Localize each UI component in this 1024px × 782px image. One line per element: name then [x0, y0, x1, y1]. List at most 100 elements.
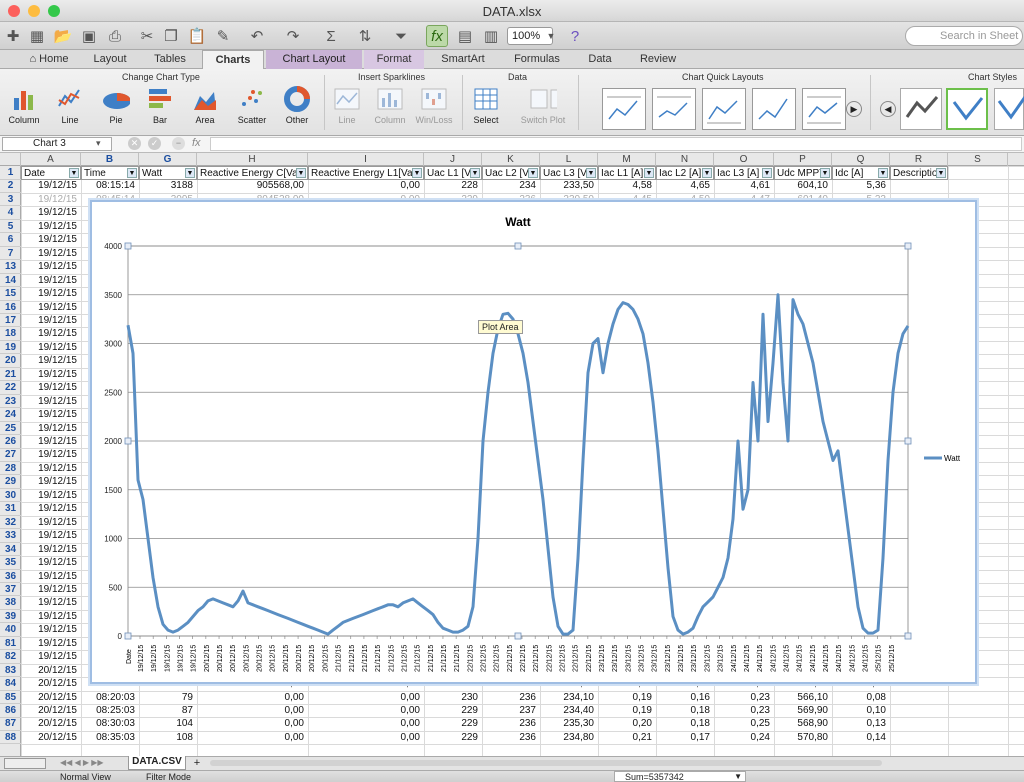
row-header[interactable]: 30	[0, 489, 21, 503]
cell[interactable]: 236	[482, 731, 540, 745]
filter-dropdown-icon[interactable]: ▼	[528, 168, 538, 178]
cell[interactable]: 08:35:03	[81, 731, 139, 745]
cell[interactable]: 19/12/15	[21, 462, 81, 476]
column-header-a[interactable]: A	[21, 153, 81, 166]
row-header[interactable]: 21	[0, 368, 21, 382]
column-header-i[interactable]: I	[308, 153, 424, 166]
tab-charts[interactable]: Charts	[202, 50, 264, 69]
cell[interactable]: 19/12/15	[21, 543, 81, 557]
next-layouts-button[interactable]: ▶	[846, 101, 862, 117]
cell[interactable]: 87	[139, 704, 197, 718]
row-header[interactable]: 85	[0, 691, 21, 705]
cell[interactable]: 568,90	[774, 717, 832, 731]
row-header[interactable]: 86	[0, 704, 21, 718]
filter-dropdown-icon[interactable]: ▼	[127, 168, 137, 178]
area-chart-button[interactable]: Area	[184, 85, 226, 125]
help-icon[interactable]: ?	[564, 25, 586, 47]
row-header[interactable]: 29	[0, 475, 21, 489]
column-filter-header[interactable]: Iac L3 [A] ▼	[714, 166, 774, 180]
row-header[interactable]: 23	[0, 395, 21, 409]
column-header-k[interactable]: K	[482, 153, 540, 166]
print-icon[interactable]: ⎙	[104, 25, 126, 47]
cell[interactable]: 19/12/15	[21, 368, 81, 382]
cell[interactable]: 0,18	[656, 704, 714, 718]
filter-dropdown-icon[interactable]: ▼	[69, 168, 79, 178]
cell[interactable]: 0,18	[656, 717, 714, 731]
column-header-g[interactable]: G	[139, 153, 197, 166]
cell[interactable]: 19/12/15	[21, 570, 81, 584]
column-header-j[interactable]: J	[424, 153, 482, 166]
sparkline-column-button[interactable]: Column	[370, 85, 410, 125]
chevron-down-icon[interactable]: ▾	[96, 138, 101, 149]
scatter-chart-button[interactable]: Scatter	[230, 85, 274, 125]
cell[interactable]: 234,40	[540, 704, 598, 718]
filter-dropdown-icon[interactable]: ▼	[296, 168, 306, 178]
cell[interactable]: 0,00	[197, 704, 308, 718]
cell[interactable]: 19/12/15	[21, 489, 81, 503]
sort-icon[interactable]: ⇅	[354, 25, 376, 47]
select-all-corner[interactable]	[0, 153, 21, 166]
tab-review[interactable]: Review	[628, 50, 688, 69]
cell[interactable]: 19/12/15	[21, 610, 81, 624]
template-icon[interactable]: ▦	[26, 25, 48, 47]
row-header[interactable]: 7	[0, 247, 21, 261]
column-header-r[interactable]: R	[890, 153, 948, 166]
cut-icon[interactable]: ✂	[136, 25, 158, 47]
cell[interactable]: 0,00	[308, 717, 424, 731]
cell[interactable]: 0,00	[197, 691, 308, 705]
cell[interactable]: 19/12/15	[21, 381, 81, 395]
cell[interactable]: 5,36	[832, 179, 890, 193]
tab-formulas[interactable]: Formulas	[502, 50, 572, 69]
cell[interactable]: 228	[424, 179, 482, 193]
cell[interactable]: 0,24	[714, 731, 774, 745]
cell[interactable]: 19/12/15	[21, 193, 81, 207]
row-header[interactable]: 84	[0, 677, 21, 691]
cell[interactable]: 0,21	[598, 731, 656, 745]
column-filter-header[interactable]: Date ▼	[21, 166, 81, 180]
cell[interactable]: 236	[482, 691, 540, 705]
cell[interactable]: 19/12/15	[21, 206, 81, 220]
cell[interactable]: 4,61	[714, 179, 774, 193]
cell[interactable]: 0,10	[832, 704, 890, 718]
paste-icon[interactable]: 📋	[186, 25, 208, 47]
cell[interactable]: 234,10	[540, 691, 598, 705]
tab-smartart[interactable]: SmartArt	[428, 50, 498, 69]
cell[interactable]: 234,80	[540, 731, 598, 745]
cell[interactable]: 19/12/15	[21, 502, 81, 516]
bar-chart-button[interactable]: Bar	[140, 85, 180, 125]
search-input[interactable]: Search in Sheet	[905, 26, 1023, 46]
gallery-icon[interactable]: ▤	[454, 25, 476, 47]
column-chart-button[interactable]: Column	[2, 85, 46, 125]
tab-data[interactable]: Data	[574, 50, 626, 69]
row-header[interactable]: 87	[0, 717, 21, 731]
quick-layout-3[interactable]	[702, 88, 746, 130]
previous-styles-button[interactable]: ◀	[880, 101, 896, 117]
chevron-down-icon[interactable]: ▼	[540, 25, 562, 47]
row-header[interactable]: 35	[0, 556, 21, 570]
column-header-m[interactable]: M	[598, 153, 656, 166]
cell[interactable]: 20/12/15	[21, 731, 81, 745]
row-header[interactable]: 26	[0, 435, 21, 449]
chart-object[interactable]: 0 500 1000 1500 2000 2500 3000 3500 4000 Watt Date…	[90, 200, 977, 684]
column-filter-header[interactable]: Iac L1 [A] ▼	[598, 166, 656, 180]
redo-icon[interactable]: ↷	[282, 25, 304, 47]
minus-icon[interactable]: −	[172, 137, 185, 150]
chart-style-2[interactable]	[946, 88, 988, 130]
column-header-n[interactable]: N	[656, 153, 714, 166]
row-header[interactable]: 40	[0, 623, 21, 637]
filter-dropdown-icon[interactable]: ▼	[586, 168, 596, 178]
row-header[interactable]: 24	[0, 408, 21, 422]
quick-layout-2[interactable]	[652, 88, 696, 130]
column-filter-header[interactable]: Reactive Energy L1[Var ▼	[308, 166, 424, 180]
cell[interactable]: 19/12/15	[21, 583, 81, 597]
row-header[interactable]: 16	[0, 301, 21, 314]
cell[interactable]: 19/12/15	[21, 314, 81, 328]
sheet-nav-arrows[interactable]: ◀◀ ◀ ▶ ▶▶	[60, 758, 104, 767]
sparkline-winloss-button[interactable]: Win/Loss	[412, 85, 456, 125]
cell[interactable]: 0,08	[832, 691, 890, 705]
column-filter-header[interactable]: Uac L2 [V ▼	[482, 166, 540, 180]
cell[interactable]: 19/12/15	[21, 327, 81, 341]
cell[interactable]: 0,19	[598, 691, 656, 705]
row-header[interactable]: 27	[0, 448, 21, 462]
filter-dropdown-icon[interactable]: ▼	[820, 168, 830, 178]
